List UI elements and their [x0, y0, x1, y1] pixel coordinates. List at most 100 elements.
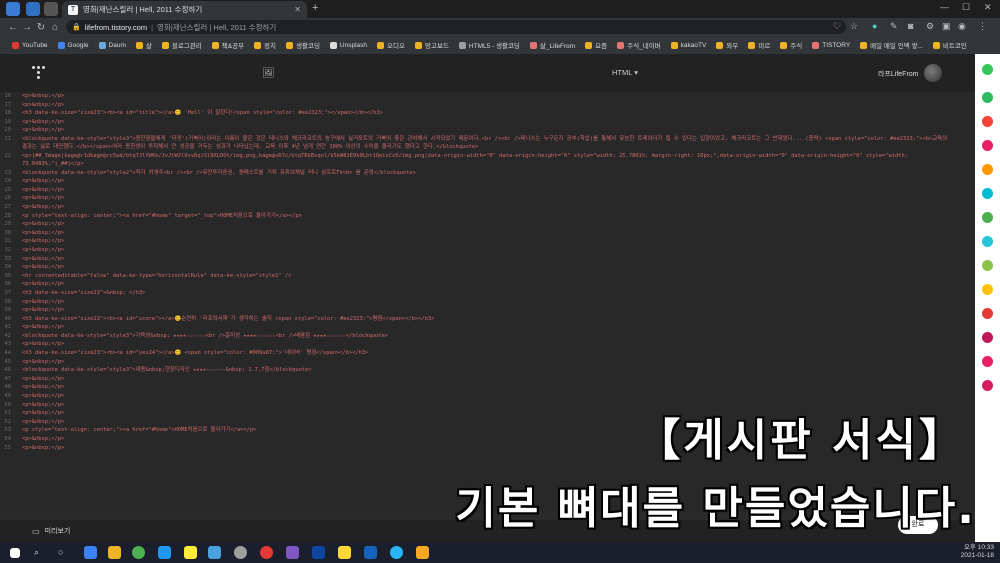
- code-line[interactable]: 22 <p>[##_Image|kage@r1dkage@rc5wd/btqTJl…: [0, 152, 975, 169]
- side-app-icon[interactable]: [982, 116, 993, 127]
- code-line[interactable]: 18 <h3 data-ke-size="size23"><b><a id="ti…: [0, 109, 975, 118]
- bookmark-item[interactable]: 정치: [250, 40, 280, 50]
- side-app-icon[interactable]: [982, 308, 993, 319]
- bookmark-item[interactable]: 블로그관리: [158, 40, 206, 50]
- code-line[interactable]: 43 <p>&nbsp;</p>: [0, 340, 975, 349]
- bookmark-item[interactable]: 미르: [744, 40, 774, 50]
- code-line[interactable]: 17 <p>&nbsp;</p>: [0, 101, 975, 110]
- code-line[interactable]: 16 <p>&nbsp;</p>: [0, 92, 975, 101]
- side-app-icon[interactable]: [982, 332, 993, 343]
- code-line[interactable]: 19 <p>&nbsp;</p>: [0, 118, 975, 127]
- code-line[interactable]: 37 <h3 data-ke-size="size23">&nbsp; </h3>: [0, 289, 975, 298]
- taskbar-app-icon[interactable]: [338, 546, 351, 559]
- bookmark-item[interactable]: Google: [54, 41, 93, 49]
- new-tab-icon[interactable]: +: [312, 2, 318, 14]
- file-explorer-icon[interactable]: [108, 546, 121, 559]
- pinned-tab-icon[interactable]: [44, 2, 58, 16]
- code-line[interactable]: 25 <p>&nbsp;</p>: [0, 186, 975, 195]
- eyedropper-icon[interactable]: ✎: [890, 21, 898, 32]
- code-line[interactable]: 42 <blockquote data-ke-style="style3">가독성…: [0, 332, 975, 341]
- twitter-icon[interactable]: [208, 546, 221, 559]
- extension-icon[interactable]: ●: [872, 21, 877, 31]
- bookmark-item[interactable]: HTML5 - 생활코딩: [455, 40, 524, 50]
- bookmark-item[interactable]: 생활코딩: [282, 40, 324, 50]
- code-line[interactable]: 46 <blockquote data-ke-style="style3">내용&…: [0, 366, 975, 375]
- bookmark-item[interactable]: Daum: [95, 41, 130, 49]
- star-icon[interactable]: ☆: [850, 21, 858, 32]
- code-line[interactable]: 23 <blockquote data-ke-style="style2">작가 …: [0, 169, 975, 178]
- bookmark-item[interactable]: 삶_LifeFrom: [526, 40, 579, 50]
- code-line[interactable]: 49 <p>&nbsp;</p>: [0, 392, 975, 401]
- bookmark-item[interactable]: 매일 매일 인맥 쌓...: [856, 40, 927, 50]
- taskbar-app-icon[interactable]: [390, 546, 403, 559]
- forward-icon[interactable]: →: [20, 22, 34, 33]
- taskbar-app-icon[interactable]: [260, 546, 273, 559]
- code-line[interactable]: 41 <p>&nbsp;</p>: [0, 323, 975, 332]
- avatar[interactable]: [924, 64, 942, 82]
- side-app-icon[interactable]: [982, 164, 993, 175]
- close-window-icon[interactable]: ✕: [984, 2, 992, 13]
- code-line[interactable]: 20 <p>&nbsp;</p>: [0, 126, 975, 135]
- editor-mode-select[interactable]: HTML ▾: [612, 68, 638, 77]
- menu-icon[interactable]: ⋮: [978, 21, 987, 32]
- windows-start-icon[interactable]: [10, 548, 20, 558]
- taskbar-app-icon[interactable]: [364, 546, 377, 559]
- kakaotalk-icon[interactable]: [184, 546, 197, 559]
- side-app-icon[interactable]: [982, 284, 993, 295]
- taskbar-app-icon[interactable]: [286, 546, 299, 559]
- system-clock[interactable]: 오후 10:33 2021-01-18: [961, 544, 994, 560]
- bookmark-item[interactable]: 오디오: [373, 40, 409, 50]
- image-insert-icon[interactable]: 🖼: [262, 68, 275, 79]
- close-tab-icon[interactable]: ✕: [294, 5, 301, 14]
- profile-icon[interactable]: ◉: [958, 21, 966, 32]
- reload-icon[interactable]: ↻: [34, 22, 48, 33]
- bookmark-item[interactable]: TISTORY: [808, 41, 854, 49]
- pinned-tab-icon[interactable]: [26, 2, 40, 16]
- settings-icon[interactable]: ⚙: [926, 21, 934, 32]
- preview-label[interactable]: 미리보기: [45, 526, 71, 536]
- side-app-icon[interactable]: [982, 356, 993, 367]
- monitor-icon[interactable]: ▭: [32, 527, 40, 536]
- code-line[interactable]: 27 <p>&nbsp;</p>: [0, 203, 975, 212]
- bookmark-item[interactable]: Unsplash: [326, 41, 371, 49]
- code-line[interactable]: 30 <p>&nbsp;</p>: [0, 229, 975, 238]
- code-line[interactable]: 28 <p style="text-align: center;"><a href…: [0, 212, 975, 221]
- code-line[interactable]: 21 <blockquote data-ke-style="style3">용한형…: [0, 135, 975, 152]
- twitter-pinned-tab-icon[interactable]: [6, 2, 20, 16]
- code-line[interactable]: 29 <p>&nbsp;</p>: [0, 220, 975, 229]
- active-tab[interactable]: T 영화|재난스릴러 | Hell, 2011 수정하기 ✕: [62, 1, 307, 18]
- maximize-icon[interactable]: ☐: [962, 2, 970, 13]
- taskbar-app-icon[interactable]: [234, 546, 247, 559]
- bookmark-item[interactable]: kakaoTV: [667, 41, 711, 49]
- code-line[interactable]: 26 <p>&nbsp;</p>: [0, 194, 975, 203]
- side-app-icon[interactable]: [982, 64, 993, 75]
- code-line[interactable]: 38 <p>&nbsp;</p>: [0, 298, 975, 307]
- code-line[interactable]: 47 <p>&nbsp;</p>: [0, 375, 975, 384]
- minimize-icon[interactable]: —: [940, 2, 949, 12]
- code-line[interactable]: 40 <h3 data-ke-size="size23"><b><a id="sc…: [0, 315, 975, 324]
- code-line[interactable]: 48 <p>&nbsp;</p>: [0, 383, 975, 392]
- bookmark-item[interactable]: YouTube: [8, 41, 52, 49]
- code-line[interactable]: 45 <p>&nbsp;</p>: [0, 358, 975, 367]
- code-line[interactable]: 33 <p>&nbsp;</p>: [0, 255, 975, 264]
- photoshop-icon[interactable]: [312, 546, 325, 559]
- chrome-icon[interactable]: [132, 546, 145, 559]
- bookmark-item[interactable]: 요즘: [581, 40, 611, 50]
- code-line[interactable]: 32 <p>&nbsp;</p>: [0, 246, 975, 255]
- side-app-icon[interactable]: [982, 380, 993, 391]
- address-bar[interactable]: 🔒 lifefrom.tistory.com | 영화|재난스릴러 | Hell…: [66, 20, 846, 34]
- side-app-icon[interactable]: [982, 92, 993, 103]
- code-line[interactable]: 24 <p>&nbsp;</p>: [0, 177, 975, 186]
- bookmark-item[interactable]: 삶: [132, 40, 156, 50]
- bookmark-item[interactable]: 주식: [776, 40, 806, 50]
- home-icon[interactable]: ⌂: [48, 22, 62, 33]
- taskbar-app-icon[interactable]: [416, 546, 429, 559]
- code-line[interactable]: 35 <hr contenteditable="false" data-ke-ty…: [0, 272, 975, 281]
- side-app-icon[interactable]: [982, 236, 993, 247]
- bookmark-item[interactable]: 와우: [712, 40, 742, 50]
- code-line[interactable]: 36 <p>&nbsp;</p>: [0, 280, 975, 289]
- search-icon[interactable]: ⌕: [34, 547, 39, 558]
- side-app-icon[interactable]: [982, 140, 993, 151]
- code-line[interactable]: 44 <h3 data-ke-size="size23"><b><a id="ye…: [0, 349, 975, 358]
- camera-icon[interactable]: ◙: [908, 21, 913, 31]
